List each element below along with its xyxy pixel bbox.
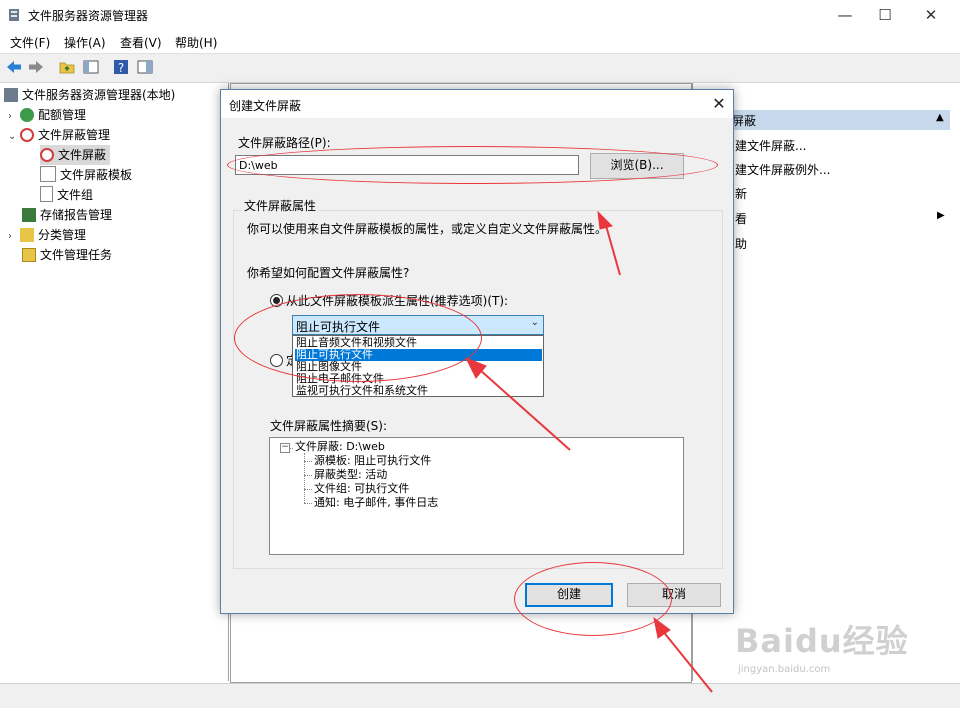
- menu-file[interactable]: 文件(F): [10, 34, 50, 51]
- tree-item-file-management-task[interactable]: 文件管理任务: [22, 245, 112, 265]
- console-tree: 文件服务器资源管理器(本地) › 配额管理 ⌄ 文件屏蔽管理 文件屏蔽 文件屏蔽模板…: [0, 83, 229, 681]
- tree-root[interactable]: 文件服务器资源管理器(本地): [4, 85, 175, 105]
- action-create-exception[interactable]: 建文件屏蔽例外...: [735, 161, 830, 178]
- menu-help[interactable]: 帮助(H): [175, 34, 217, 51]
- tree-item-label: 配额管理: [38, 108, 87, 122]
- path-label: 文件屏蔽路径(P):: [238, 136, 331, 150]
- collapse-up-icon[interactable]: ▲: [936, 112, 944, 123]
- file-screen-template-icon: [40, 166, 56, 182]
- tree-item-label: 存储报告管理: [40, 208, 113, 222]
- file-group-icon: [40, 186, 53, 202]
- tree-item-file-screen[interactable]: 文件屏蔽: [40, 145, 111, 165]
- status-bar: [0, 683, 960, 708]
- summary-item: 通知: 电子邮件, 事件日志: [314, 496, 439, 509]
- expand-chevron-icon[interactable]: ›: [8, 107, 20, 127]
- tree-item-label: 文件屏蔽: [58, 148, 107, 162]
- server-icon: [4, 88, 18, 102]
- expand-chevron-icon[interactable]: ›: [8, 227, 20, 247]
- classification-icon: [20, 228, 34, 242]
- action-help[interactable]: 助: [735, 235, 747, 252]
- up-folder-icon[interactable]: [58, 58, 76, 76]
- tree-item-label: 文件屏蔽模板: [60, 168, 133, 182]
- tree-root-label: 文件服务器资源管理器(本地): [22, 88, 176, 102]
- properties-group-title: 文件屏蔽属性: [241, 197, 320, 214]
- dialog-close-icon[interactable]: ✕: [705, 90, 733, 118]
- storage-report-icon: [22, 208, 36, 222]
- tree-item-file-screen-template[interactable]: 文件屏蔽模板: [40, 165, 132, 185]
- summary-label: 文件屏蔽属性摘要(S):: [270, 419, 388, 433]
- summary-tree[interactable]: − 文件屏蔽: D:\web 源模板: 阻止可执行文件 屏蔽类型: 活动 文件组…: [269, 437, 684, 555]
- svg-text:?: ?: [118, 61, 124, 75]
- close-button[interactable]: ✕: [908, 0, 954, 30]
- maximize-button[interactable]: ☐: [862, 0, 908, 30]
- summary-item: 文件组: 可执行文件: [314, 482, 410, 495]
- tree-item-label: 文件屏蔽管理: [38, 128, 111, 142]
- properties-description: 你可以使用来自文件屏蔽模板的属性，或定义自定义文件屏蔽属性。: [247, 222, 608, 236]
- chevron-down-icon[interactable]: ⌄: [531, 317, 539, 328]
- quota-icon: [20, 108, 34, 122]
- forward-arrow-icon[interactable]: [27, 58, 45, 76]
- tree-item-file-screen-management[interactable]: ⌄ 文件屏蔽管理: [8, 125, 110, 145]
- file-management-task-icon: [22, 248, 36, 262]
- file-screen-icon: [40, 148, 54, 162]
- configure-question: 你希望如何配置文件屏蔽属性?: [247, 266, 410, 280]
- tree-item-label: 文件组: [57, 188, 94, 202]
- tree-item-label: 分类管理: [38, 228, 87, 242]
- baidu-watermark-url: jingyan.baidu.com: [738, 664, 831, 675]
- collapse-chevron-icon[interactable]: ⌄: [8, 127, 20, 147]
- menu-action[interactable]: 操作(A): [64, 34, 106, 51]
- show-hide-action-pane-icon[interactable]: [136, 58, 154, 76]
- action-view[interactable]: 看: [735, 210, 747, 227]
- annotation-oval-path: [227, 146, 718, 184]
- back-arrow-icon[interactable]: [5, 58, 23, 76]
- tree-item-storage-report[interactable]: 存储报告管理: [22, 205, 112, 225]
- summary-item: 屏蔽类型: 活动: [314, 468, 388, 481]
- action-refresh[interactable]: 新: [735, 185, 747, 202]
- tree-item-file-group[interactable]: 文件组: [40, 185, 93, 205]
- menu-view[interactable]: 查看(V): [120, 34, 162, 51]
- action-create-file-screen[interactable]: 建文件屏蔽...: [735, 137, 806, 154]
- help-icon[interactable]: ?: [112, 58, 130, 76]
- baidu-watermark: Baidu经验: [735, 622, 909, 660]
- dropdown-option[interactable]: 监视可执行文件和系统文件: [295, 385, 542, 397]
- dialog-title: 创建文件屏蔽: [229, 99, 302, 113]
- annotation-oval-create: [514, 562, 672, 636]
- submenu-arrow-icon[interactable]: ▶: [937, 210, 945, 221]
- tree-item-label: 文件管理任务: [40, 248, 113, 262]
- server-manager-icon: [9, 9, 19, 21]
- file-screen-management-icon: [20, 128, 34, 142]
- annotation-oval-template: [234, 294, 482, 382]
- tree-item-classification[interactable]: › 分类管理: [8, 225, 86, 245]
- window-title: 文件服务器资源管理器: [28, 9, 149, 23]
- summary-root: 文件屏蔽: D:\web: [295, 440, 385, 453]
- actions-header-label: 屏蔽: [732, 114, 757, 128]
- summary-item: 源模板: 阻止可执行文件: [314, 454, 432, 467]
- tree-item-quota[interactable]: › 配额管理: [8, 105, 86, 125]
- show-hide-console-tree-icon[interactable]: [82, 58, 100, 76]
